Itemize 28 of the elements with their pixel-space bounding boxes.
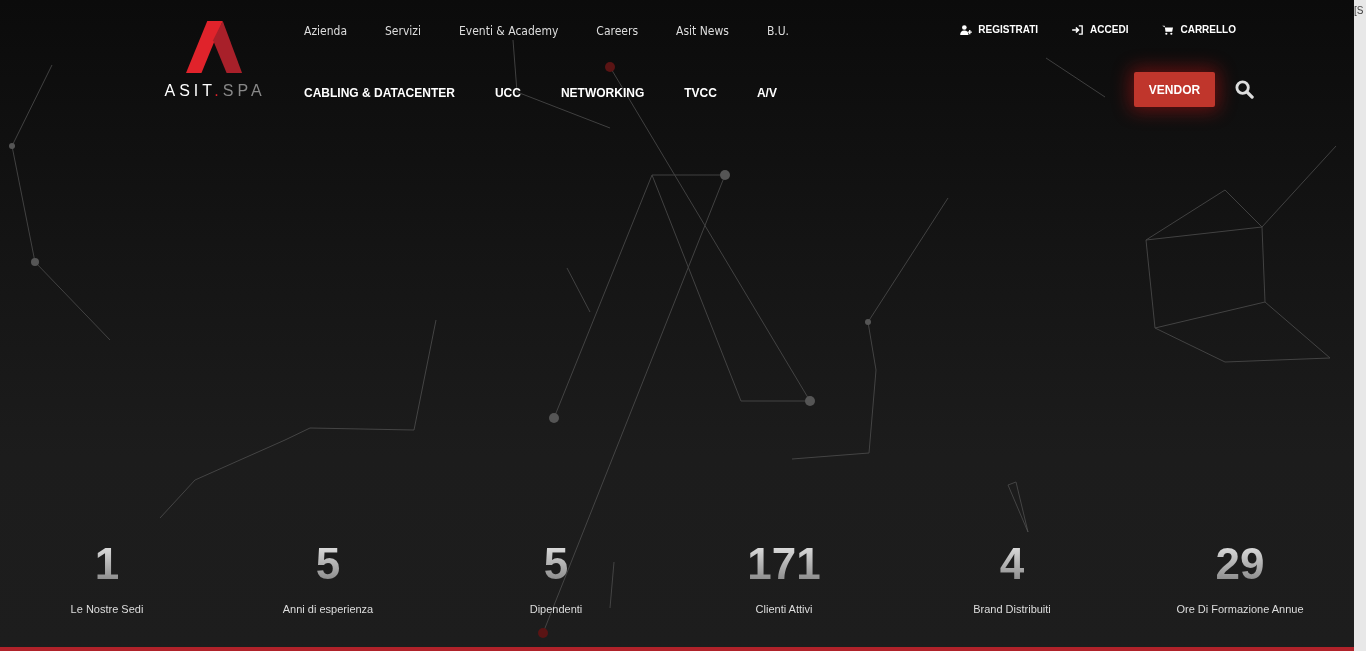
category-link[interactable]: TVCC — [684, 86, 717, 100]
nav-link[interactable]: B.U. — [766, 22, 790, 40]
stat-label: Anni di esperienza — [282, 603, 374, 615]
sign-in-icon — [1072, 24, 1085, 35]
category-link[interactable]: NETWORKING — [560, 86, 645, 100]
nav-link[interactable]: Azienda — [304, 22, 347, 40]
account-link[interactable]: REGISTRATI — [960, 24, 1039, 35]
category-link[interactable]: A/V — [756, 86, 777, 100]
stat-label: Le Nostre Sedi — [70, 603, 144, 615]
nav-link[interactable]: Asit News — [676, 22, 729, 40]
account-link[interactable]: CARRELLO — [1162, 24, 1236, 35]
search-icon[interactable] — [1235, 80, 1254, 99]
vendor-button[interactable]: VENDOR — [1134, 72, 1215, 107]
nav-link[interactable]: Servizi — [385, 22, 421, 40]
stat-label: Clienti Attivi — [755, 603, 813, 615]
user-plus-icon — [960, 24, 973, 35]
stat-label: Ore Di Formazione Annue — [1176, 603, 1304, 615]
stat-label: Dipendenti — [529, 603, 583, 615]
stat-label: Brand Distribuiti — [973, 603, 1051, 615]
account-link[interactable]: ACCEDI — [1072, 24, 1129, 35]
nav-link[interactable]: Eventi & Academy — [459, 22, 559, 40]
category-link[interactable]: CABLING & DATACENTER — [304, 86, 455, 100]
strip-text: [S — [1354, 5, 1364, 16]
cart-icon — [1162, 24, 1175, 35]
category-link[interactable]: UCC — [494, 86, 521, 100]
logo-a-icon[interactable] — [186, 20, 244, 74]
logo-text[interactable]: ASIT.SPA — [164, 82, 266, 100]
nav-link[interactable]: Careers — [596, 22, 639, 40]
